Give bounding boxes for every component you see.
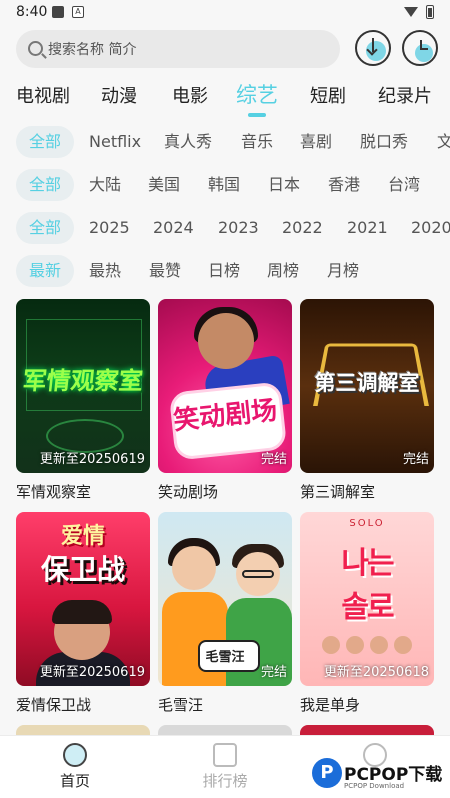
status-badge: 更新至20250618: [323, 665, 429, 680]
region-filter-row: 全部 大陆 美国 韩国 日本 香港 台湾: [0, 169, 450, 203]
sort-chip-latest[interactable]: 最新: [16, 255, 75, 287]
nav-home[interactable]: 首页: [0, 736, 150, 798]
poster-solo-text: SOLO: [349, 518, 385, 529]
watermark-subtext: PCPOP Download: [344, 782, 405, 790]
card-title: 爱情保卫战: [16, 696, 92, 714]
media-card[interactable]: 第三调解室 完结 第三调解室: [300, 299, 434, 502]
year-chip-all[interactable]: 全部: [16, 212, 75, 244]
status-badge: 更新至20250619: [39, 452, 145, 467]
search-placeholder: 搜索名称 简介: [48, 42, 137, 58]
nav-rank-label: 排行榜: [202, 772, 248, 790]
poster-logo-text: 第三调解室: [314, 371, 420, 395]
watermark-logo: P PCPOP下载 PCPOP Download: [312, 752, 448, 796]
genre-chip[interactable]: Netflix: [89, 126, 141, 158]
media-card[interactable]: 笑动剧场 2018 完结 笑动剧场: [158, 299, 292, 502]
sort-chip[interactable]: 日榜: [208, 255, 240, 287]
poster-logo-text: 保卫战: [40, 553, 125, 586]
search-row: 搜索名称 简介: [16, 29, 438, 69]
poster-logo-text: 솔로: [341, 590, 394, 625]
genre-chip[interactable]: 喜剧: [300, 126, 332, 158]
year-chip[interactable]: 2023: [218, 212, 259, 244]
poster-logo-text: 爱情: [60, 524, 105, 549]
card-title: 军情观察室: [16, 483, 92, 501]
genre-chip-all[interactable]: 全部: [16, 126, 75, 158]
sort-chip[interactable]: 最热: [89, 255, 121, 287]
card-title: 笑动剧场: [158, 483, 219, 501]
region-chip[interactable]: 大陆: [89, 169, 121, 201]
year-filter-row: 全部 2025 2024 2023 2022 2021 2020: [0, 212, 450, 246]
poster-image: 军情观察室 更新至20250619: [16, 299, 150, 473]
notification-letter-icon: A: [72, 6, 84, 18]
search-icon: [28, 41, 43, 56]
wifi-icon: [404, 7, 418, 17]
ranking-icon: [213, 743, 237, 767]
region-chip[interactable]: 韩国: [208, 169, 240, 201]
genre-chip[interactable]: 音乐: [241, 126, 273, 158]
nav-rank[interactable]: 排行榜: [150, 736, 300, 798]
tab-variety[interactable]: 综艺: [236, 79, 278, 109]
year-chip[interactable]: 2020: [411, 212, 450, 244]
history-button[interactable]: [402, 30, 438, 66]
media-card[interactable]: SOLO 나는 솔로 更新至20250618 我是单身: [300, 512, 434, 715]
poster-image: SOLO 나는 솔로 更新至20250618: [300, 512, 434, 686]
poster-logo-text: 나는: [341, 546, 394, 581]
year-chip[interactable]: 2025: [89, 212, 130, 244]
sort-chip[interactable]: 月榜: [327, 255, 359, 287]
status-badge: 完结: [260, 665, 287, 680]
genre-filter-row: 全部 Netflix 真人秀 音乐 喜剧 脱口秀 文: [0, 126, 450, 160]
poster-image: 毛雪汪 完结: [158, 512, 292, 686]
tab-tv[interactable]: 电视剧: [16, 82, 70, 108]
card-title: 毛雪汪: [158, 696, 204, 714]
poster-image: 爱情 保卫战 更新至20250619: [16, 512, 150, 686]
battery-icon: [426, 5, 434, 19]
sort-chip[interactable]: 周榜: [267, 255, 299, 287]
status-bar: 8:40 A: [0, 0, 450, 26]
genre-chip[interactable]: 脱口秀: [360, 126, 408, 158]
status-badge: 完结: [260, 452, 287, 467]
poster-image: 第三调解室 完结: [300, 299, 434, 473]
genre-chip[interactable]: 真人秀: [164, 126, 212, 158]
nav-home-label: 首页: [59, 772, 90, 790]
poster-image: 笑动剧场 2018 完结: [158, 299, 292, 473]
active-tab-indicator: [248, 113, 266, 117]
region-chip[interactable]: 日本: [268, 169, 300, 201]
card-title: 第三调解室: [300, 483, 376, 501]
download-button[interactable]: [355, 30, 391, 66]
tab-movie[interactable]: 电影: [172, 82, 208, 108]
year-chip[interactable]: 2022: [282, 212, 323, 244]
tab-documentary[interactable]: 纪录片: [378, 82, 432, 108]
poster-logo-text: 军情观察室: [21, 367, 145, 395]
region-chip[interactable]: 台湾: [388, 169, 420, 201]
category-tabs: 电视剧 动漫 电影 综艺 短剧 纪录片: [0, 78, 450, 118]
media-card[interactable]: 毛雪汪 完结 毛雪汪: [158, 512, 292, 715]
media-card[interactable]: 军情观察室 更新至20250619 军情观察室: [16, 299, 150, 502]
tab-short[interactable]: 短剧: [310, 82, 346, 108]
notification-icon: [52, 6, 64, 18]
tab-anime[interactable]: 动漫: [101, 82, 137, 108]
status-indicators: [404, 5, 434, 19]
year-chip[interactable]: 2024: [153, 212, 194, 244]
card-title: 我是单身: [300, 696, 361, 714]
history-icon: [415, 44, 433, 62]
media-card[interactable]: 爱情 保卫战 更新至20250619 爱情保卫战: [16, 512, 150, 715]
home-icon: [63, 743, 87, 767]
region-chip-all[interactable]: 全部: [16, 169, 75, 201]
status-badge: 完结: [402, 452, 429, 467]
sort-filter-row: 最新 最热 最赞 日榜 周榜 月榜: [0, 255, 450, 289]
region-chip[interactable]: 香港: [328, 169, 360, 201]
watermark-p-icon: P: [312, 758, 342, 788]
status-badge: 更新至20250619: [39, 665, 145, 680]
status-time: 8:40: [16, 4, 48, 20]
genre-chip[interactable]: 文: [437, 126, 450, 158]
region-chip[interactable]: 美国: [148, 169, 180, 201]
year-chip[interactable]: 2021: [347, 212, 388, 244]
search-input[interactable]: 搜索名称 简介: [16, 30, 340, 68]
sort-chip[interactable]: 最赞: [149, 255, 181, 287]
